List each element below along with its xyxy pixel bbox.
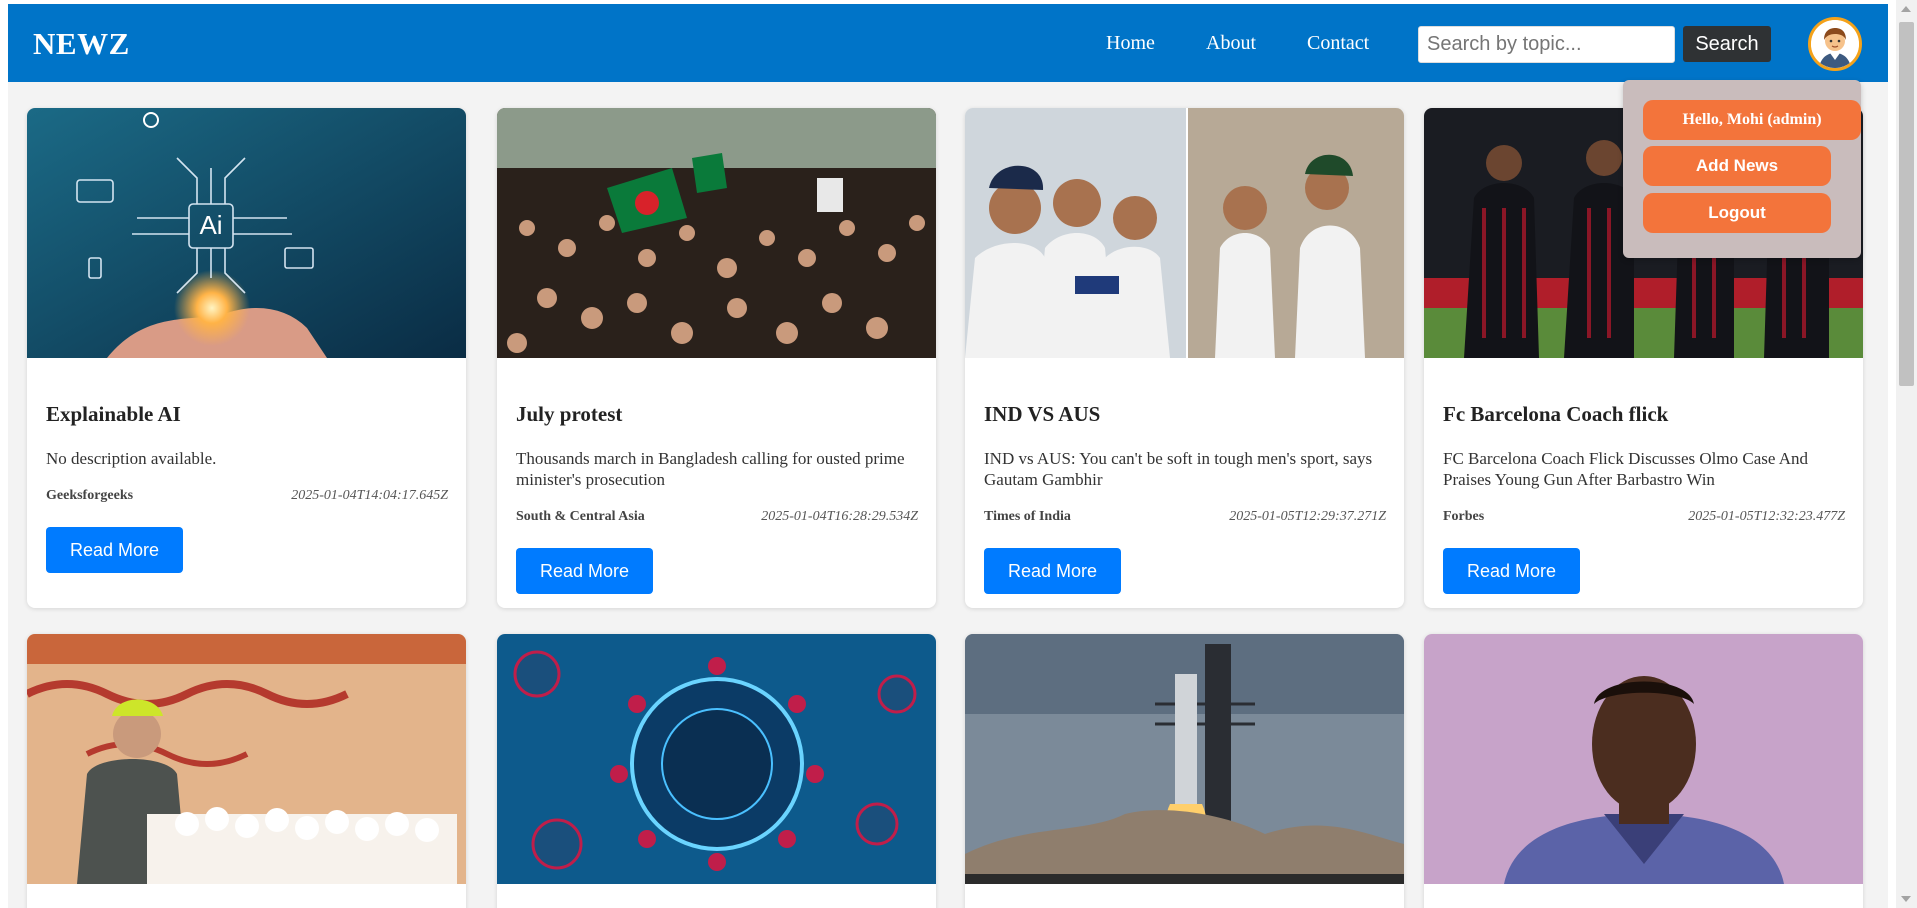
news-card: IND VS AUS IND vs AUS: You can't be soft… xyxy=(965,108,1404,608)
rocket-launch-image xyxy=(965,634,1404,884)
nav-about-link[interactable]: About xyxy=(1206,32,1256,55)
read-more-button[interactable]: Read More xyxy=(1443,548,1580,594)
brand-logo[interactable]: NEWZ xyxy=(33,26,130,62)
cricket-players-image xyxy=(965,108,1404,358)
virus-image xyxy=(497,634,936,884)
card-date: 2025-01-04T16:28:29.534Z xyxy=(761,509,918,524)
news-card xyxy=(497,634,936,908)
navbar: NEWZ Home About Contact Search xyxy=(8,4,1888,82)
nav-contact-link[interactable]: Contact xyxy=(1307,32,1369,55)
card-source: Geeksforgeeks xyxy=(46,488,134,503)
news-card xyxy=(27,634,466,908)
card-title[interactable]: Fc Barcelona Coach flick xyxy=(1443,402,1668,427)
logout-button[interactable]: Logout xyxy=(1643,193,1831,233)
card-title[interactable]: IND VS AUS xyxy=(984,402,1100,427)
user-dropdown-menu: Hello, Mohi (admin) Add News Logout xyxy=(1623,80,1861,258)
user-greeting[interactable]: Hello, Mohi (admin) xyxy=(1643,100,1861,140)
scroll-down-arrow-icon[interactable] xyxy=(1901,896,1911,902)
card-meta: Forbes 2025-01-05T12:32:23.477Z xyxy=(1443,509,1845,527)
scroll-up-arrow-icon[interactable] xyxy=(1901,6,1911,12)
card-date: 2025-01-04T14:04:17.645Z xyxy=(291,488,448,503)
page: NEWZ Home About Contact Search by topic.… xyxy=(8,4,1888,908)
news-card: Ai Explainable AI No description availab… xyxy=(27,108,466,608)
card-meta: South & Central Asia 2025-01-04T16:28:29… xyxy=(516,509,918,527)
card-title[interactable]: Explainable AI xyxy=(46,402,181,427)
card-date: 2025-01-05T12:29:37.271Z xyxy=(1229,509,1386,524)
news-card xyxy=(965,634,1404,908)
news-card xyxy=(1424,634,1863,908)
card-meta: Times of India 2025-01-05T12:29:37.271Z xyxy=(984,509,1386,527)
nav-home-link[interactable]: Home xyxy=(1106,32,1155,55)
add-news-button[interactable]: Add News xyxy=(1643,146,1831,186)
search-input[interactable] xyxy=(1418,26,1675,63)
ai-chip-hand-image: Ai xyxy=(27,108,466,358)
user-avatar[interactable] xyxy=(1808,17,1862,71)
search-button[interactable]: Search xyxy=(1683,26,1771,62)
card-description: Thousands march in Bangladesh calling fo… xyxy=(516,449,905,489)
protest-crowd-image xyxy=(497,108,936,358)
card-source: Times of India xyxy=(984,509,1071,524)
avatar-icon xyxy=(1811,20,1859,68)
card-description: IND vs AUS: You can't be soft in tough m… xyxy=(984,449,1373,489)
read-more-button[interactable]: Read More xyxy=(984,548,1121,594)
speaker-podium-image xyxy=(27,634,466,884)
athlete-portrait-image xyxy=(1424,634,1863,884)
read-more-button[interactable]: Read More xyxy=(46,527,183,573)
card-description: No description available. xyxy=(46,449,217,468)
card-date: 2025-01-05T12:32:23.477Z xyxy=(1688,509,1845,524)
card-description: FC Barcelona Coach Flick Discusses Olmo … xyxy=(1443,449,1808,489)
card-source: South & Central Asia xyxy=(516,509,645,524)
read-more-button[interactable]: Read More xyxy=(516,548,653,594)
card-title[interactable]: July protest xyxy=(516,402,622,427)
card-meta: Geeksforgeeks 2025-01-04T14:04:17.645Z xyxy=(46,488,448,506)
svg-text:Ai: Ai xyxy=(199,210,222,240)
card-source: Forbes xyxy=(1443,509,1485,524)
scrollbar-thumb[interactable] xyxy=(1899,22,1914,386)
news-card: July protest Thousands march in Banglade… xyxy=(497,108,936,608)
